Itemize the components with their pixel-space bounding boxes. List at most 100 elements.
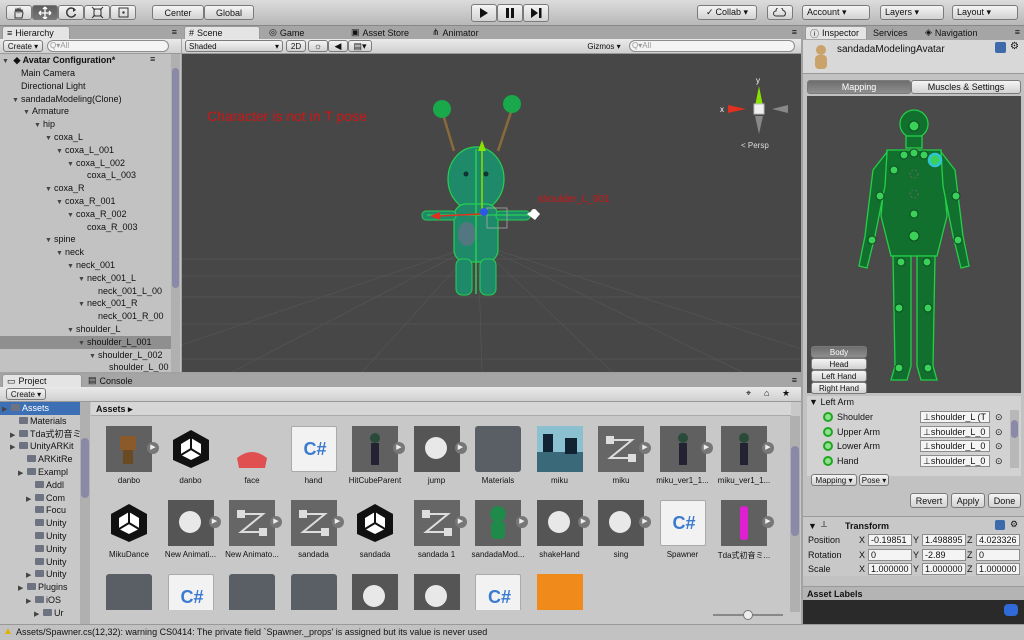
hierarchy-item[interactable]: ▼ neck_001 [0, 259, 172, 272]
bone-object-field[interactable]: ⊥shoulder_L_0 [920, 454, 990, 467]
expand-arrow-icon[interactable]: ▶ [10, 429, 19, 441]
axis-y-label[interactable]: Y [913, 564, 919, 574]
left-arm-section-header[interactable]: ▼ Left Arm [809, 397, 854, 407]
expand-asset-arrow-icon[interactable]: ▶ [147, 442, 159, 454]
asset-item[interactable]: ▶ danbo [99, 426, 159, 496]
transform-x-field[interactable]: -0.19851 [868, 534, 912, 546]
hierarchy-item[interactable]: ▼ spine [0, 233, 172, 246]
scene-menu-icon[interactable]: ≡ [150, 54, 155, 64]
project-folder-item[interactable]: ▶ Exampl [0, 466, 80, 479]
asset-item[interactable] [222, 574, 282, 610]
account-dropdown[interactable]: Account ▾ [802, 5, 870, 20]
cloud-button[interactable] [767, 5, 793, 20]
hierarchy-scrollbar[interactable] [171, 54, 180, 372]
object-picker-icon[interactable]: ⊙ [995, 439, 1003, 453]
expand-arrow-icon[interactable]: ▶ [2, 403, 11, 415]
transform-y-field[interactable]: 1.000000 [922, 563, 966, 575]
project-folder-item[interactable]: Addl [0, 479, 80, 492]
expand-arrow-icon[interactable]: ▼ [78, 273, 87, 285]
bone-object-field[interactable]: ⊥shoulder_L_0 [920, 440, 990, 452]
right-hand-view-button[interactable]: Right Hand [811, 382, 867, 394]
asset-item[interactable] [345, 574, 405, 610]
hierarchy-search-input[interactable]: Q▾All [47, 40, 169, 52]
hierarchy-item[interactable]: ▼ coxa_L_002 [0, 157, 172, 170]
expand-asset-arrow-icon[interactable]: ▶ [639, 442, 651, 454]
hierarchy-item[interactable]: Main Camera [0, 67, 172, 80]
hierarchy-item[interactable]: coxa_L_003 [0, 169, 172, 182]
asset-item[interactable]: ▶ miku_ver1_1... [714, 426, 774, 496]
object-picker-icon[interactable]: ⊙ [995, 410, 1003, 424]
panel-menu-icon[interactable]: ≡ [792, 27, 797, 37]
project-folder-item[interactable]: ▶ UnityARKit [0, 440, 80, 453]
tab-hierarchy[interactable]: ≡ Hierarchy [2, 26, 70, 39]
expand-asset-arrow-icon[interactable]: ▶ [762, 442, 774, 454]
step-button[interactable] [523, 4, 549, 22]
expand-arrow-icon[interactable]: ▼ [89, 350, 98, 362]
pause-button[interactable] [497, 4, 523, 22]
axis-z-label[interactable]: Z [967, 564, 973, 574]
axis-y-label[interactable]: Y [913, 550, 919, 560]
transform-x-field[interactable]: 0 [868, 548, 912, 561]
muscles-settings-tab[interactable]: Muscles & Settings [911, 80, 1021, 94]
move-tool-button[interactable] [32, 5, 58, 20]
favorite-star-icon[interactable]: ★ [782, 388, 790, 399]
axis-x-label[interactable]: X [859, 564, 865, 574]
tab-game[interactable]: ◎ Game [265, 26, 345, 39]
expand-arrow-icon[interactable]: ▶ [10, 441, 19, 453]
tab-project[interactable]: ▭ Project [2, 374, 82, 387]
expand-arrow-icon[interactable]: ▼ [45, 132, 54, 144]
tab-inspector[interactable]: ⓘ Inspector [805, 26, 867, 39]
hierarchy-item[interactable]: ▼ shoulder_L [0, 323, 172, 336]
axis-x-label[interactable]: X [859, 535, 865, 545]
asset-item[interactable]: ▶ sandadaMod... [468, 500, 528, 570]
expand-arrow-icon[interactable]: ▼ [56, 145, 65, 157]
transform-z-field[interactable]: 0 [976, 548, 1020, 561]
asset-item[interactable]: ▶ miku [591, 426, 651, 496]
axis-y-label[interactable]: Y [913, 535, 919, 545]
panel-menu-icon[interactable]: ≡ [792, 375, 797, 385]
scene-viewport[interactable]: y x < Persp Character is not in T pose s… [182, 54, 801, 372]
asset-item[interactable]: ▶ New Animati... [161, 500, 221, 570]
axis-z-label[interactable]: Z [967, 535, 973, 545]
hierarchy-create-button[interactable]: Create ▾ [3, 40, 43, 52]
asset-item[interactable]: C# [161, 574, 221, 610]
help-book-icon[interactable] [995, 42, 1006, 53]
tab-asset-store[interactable]: ▣ Asset Store [347, 26, 427, 39]
transform-z-field[interactable]: 4.023326 [976, 534, 1020, 546]
expand-arrow-icon[interactable]: ▼ [12, 94, 21, 106]
expand-arrow-icon[interactable]: ▼ [45, 234, 54, 246]
tab-services[interactable]: Services [869, 26, 919, 39]
asset-item[interactable] [407, 574, 467, 610]
expand-arrow-icon[interactable]: ▼ [2, 55, 11, 67]
expand-arrow-icon[interactable]: ▼ [23, 106, 32, 118]
asset-item[interactable]: MikuDance [99, 500, 159, 570]
asset-item[interactable]: danbo [161, 426, 221, 496]
expand-arrow-icon[interactable]: ▼ [809, 397, 818, 407]
asset-item[interactable]: face [222, 426, 282, 496]
asset-item[interactable]: ▶ sing [591, 500, 651, 570]
project-folder-item[interactable]: ▶ Assets [0, 402, 80, 415]
expand-arrow-icon[interactable]: ▼ [67, 324, 76, 336]
scale-tool-button[interactable] [84, 5, 110, 20]
asset-item[interactable]: Materials [468, 426, 528, 496]
axis-z-label[interactable]: Z [967, 550, 973, 560]
scene-header[interactable]: ▼ ◆ Avatar Configuration* [0, 54, 172, 67]
asset-item[interactable]: ▶ jump [407, 426, 467, 496]
axis-x-label[interactable]: X [859, 550, 865, 560]
panel-menu-icon[interactable]: ≡ [1015, 27, 1020, 37]
apply-button[interactable]: Apply [951, 493, 985, 508]
scrollbar-thumb[interactable] [791, 446, 799, 536]
expand-arrow-icon[interactable]: ▶ [26, 595, 35, 607]
expand-asset-arrow-icon[interactable]: ▶ [700, 442, 713, 454]
object-picker-icon[interactable]: ⊙ [995, 454, 1003, 468]
done-button[interactable]: Done [988, 493, 1021, 508]
transform-z-field[interactable]: 1.000000 [976, 563, 1020, 575]
play-button[interactable] [471, 4, 497, 22]
object-picker-icon[interactable]: ⊙ [995, 425, 1003, 439]
asset-item[interactable]: ▶ sandada 1 [407, 500, 467, 570]
pivot-global-button[interactable]: Global [204, 5, 254, 20]
rotate-tool-button[interactable] [58, 5, 84, 20]
project-folder-item[interactable]: Materials [0, 415, 80, 428]
project-create-button[interactable]: Create ▾ [6, 388, 46, 400]
hierarchy-item[interactable]: ▼ neck_001_R [0, 297, 172, 310]
